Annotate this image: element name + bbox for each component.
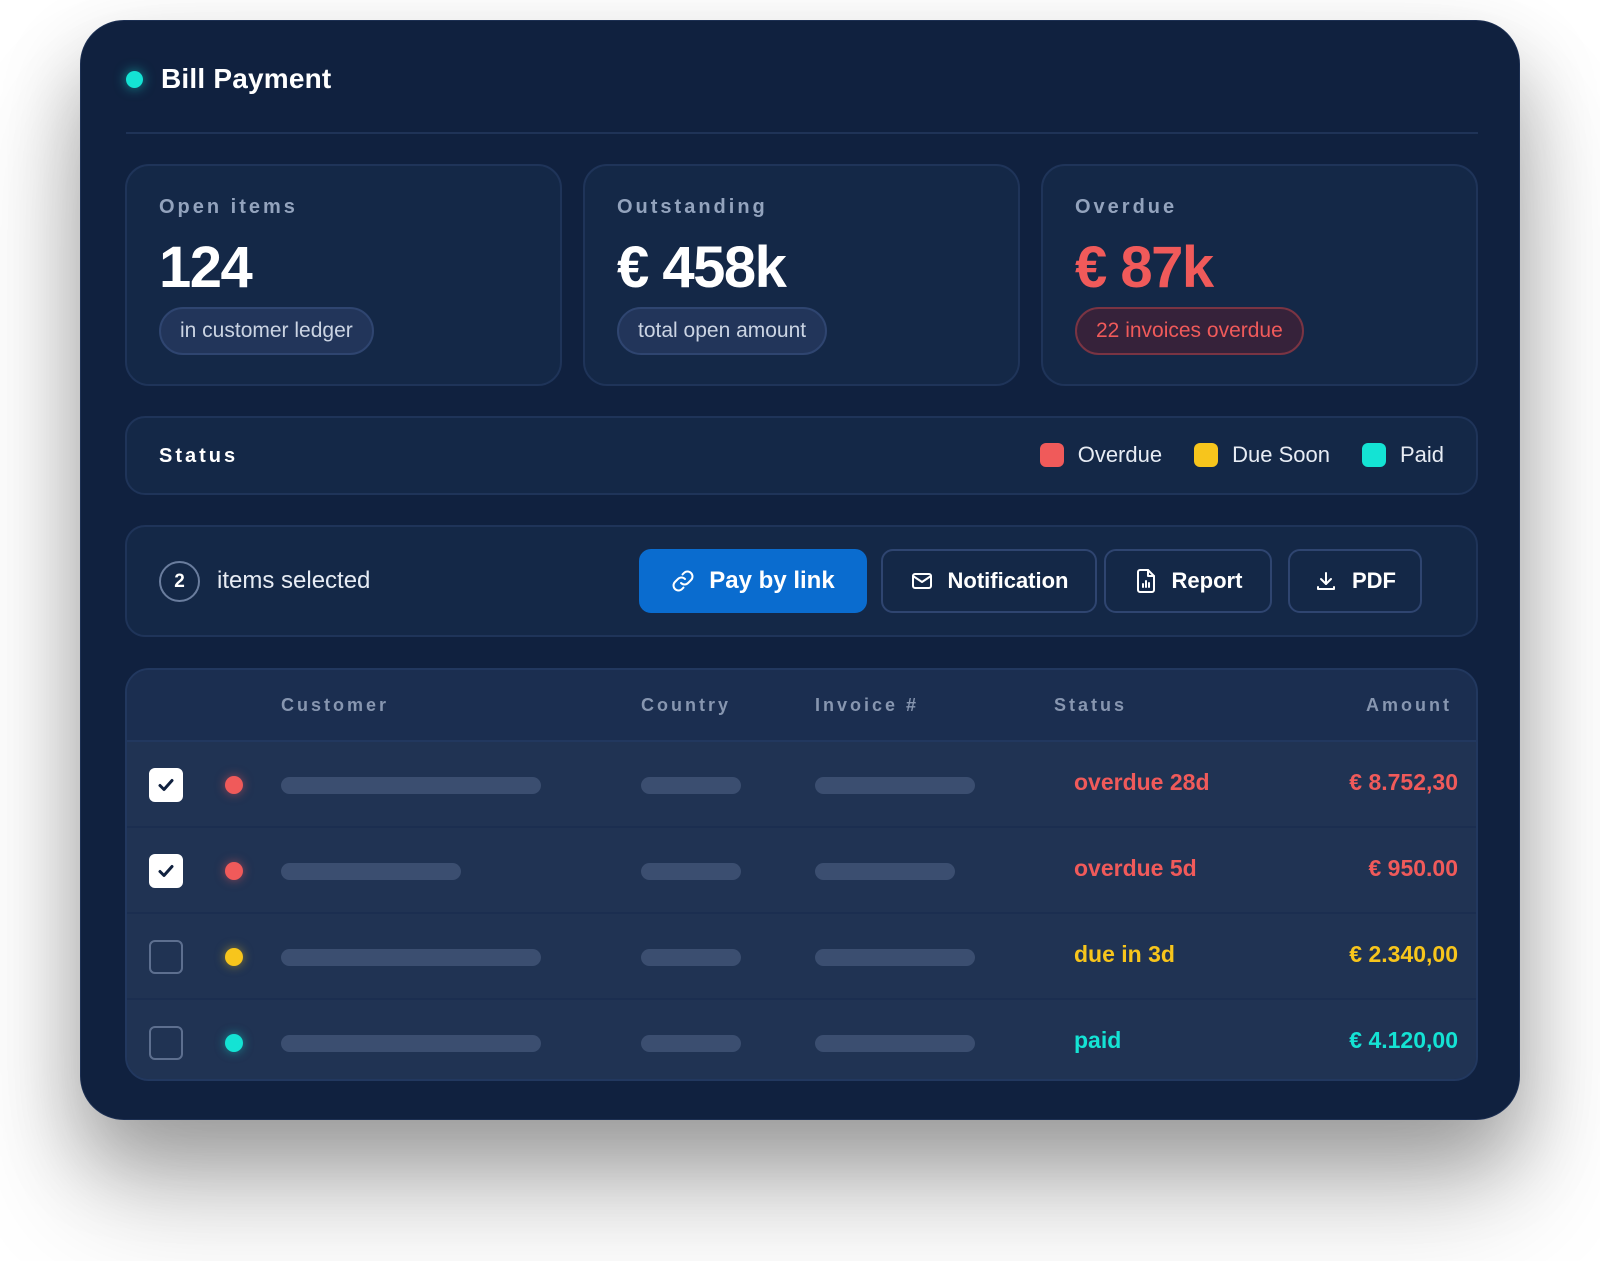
checkmark-icon xyxy=(158,865,174,877)
customer-name-placeholder xyxy=(281,777,541,794)
stat-card-outstanding: Outstanding € 458k total open amount xyxy=(583,164,1020,386)
table-row[interactable]: overdue 28d € 8.752,30 xyxy=(127,742,1476,828)
selected-count-label: items selected xyxy=(217,567,371,594)
report-document-icon xyxy=(1136,569,1155,593)
paid-status-dot-icon xyxy=(225,1034,243,1052)
row-checkbox[interactable] xyxy=(149,1026,183,1060)
row-amount: € 8.752,30 xyxy=(1349,769,1458,795)
header: Bill Payment xyxy=(126,61,331,97)
stat-pill: in customer ledger xyxy=(159,307,374,355)
due-soon-swatch-icon xyxy=(1194,443,1219,467)
row-status-text: due in 3d xyxy=(1074,941,1175,967)
table-row[interactable]: due in 3d € 2.340,00 xyxy=(127,914,1476,1000)
header-divider xyxy=(126,132,1478,134)
customer-name-placeholder xyxy=(281,949,541,966)
legend-label: Overdue xyxy=(1077,442,1163,467)
column-header-country[interactable]: Country xyxy=(641,695,731,716)
row-status-text: overdue 5d xyxy=(1074,855,1197,881)
bill-payment-card: Bill Payment Open items 124 in customer … xyxy=(80,20,1520,1120)
pay-by-link-label: Pay by link xyxy=(709,567,835,594)
due-soon-status-dot-icon xyxy=(225,948,243,966)
notification-button[interactable]: Notification xyxy=(881,549,1097,613)
country-placeholder xyxy=(641,777,741,794)
stat-label: Outstanding xyxy=(617,196,768,218)
legend-item-overdue: Overdue xyxy=(1039,442,1163,468)
live-status-dot-icon xyxy=(126,70,143,88)
status-legend: Overdue Due Soon Paid xyxy=(1008,442,1444,468)
table-row[interactable]: overdue 5d € 950.00 xyxy=(127,828,1476,914)
row-amount: € 950.00 xyxy=(1368,855,1458,881)
stat-value: 124 xyxy=(159,235,253,300)
country-placeholder xyxy=(641,949,741,966)
legend-label: Due Soon xyxy=(1232,442,1330,467)
row-checkbox[interactable] xyxy=(149,768,183,802)
customer-name-placeholder xyxy=(281,1035,541,1052)
row-amount: € 2.340,00 xyxy=(1349,941,1458,967)
legend-item-due-soon: Due Soon xyxy=(1194,442,1330,468)
column-header-amount[interactable]: Amount xyxy=(1366,695,1452,716)
overdue-status-dot-icon xyxy=(225,776,243,794)
overdue-swatch-icon xyxy=(1039,443,1064,467)
row-status-text: paid xyxy=(1074,1027,1122,1053)
download-icon xyxy=(1317,572,1335,590)
stat-card-open-items: Open items 124 in customer ledger xyxy=(125,164,562,386)
selected-count-badge: 2 xyxy=(159,561,200,602)
country-placeholder xyxy=(641,1035,741,1052)
customer-name-placeholder xyxy=(281,863,461,880)
pdf-download-button[interactable]: PDF xyxy=(1288,549,1422,613)
country-placeholder xyxy=(641,863,741,880)
row-status-text: overdue 28d xyxy=(1074,769,1210,795)
stat-label: Open items xyxy=(159,196,298,218)
paid-swatch-icon xyxy=(1361,443,1386,467)
stat-card-overdue: Overdue € 87k 22 invoices overdue xyxy=(1041,164,1478,386)
stat-pill: 22 invoices overdue xyxy=(1075,307,1304,355)
stat-value: € 458k xyxy=(617,235,787,300)
column-header-status[interactable]: Status xyxy=(1054,695,1127,716)
row-amount: € 4.120,00 xyxy=(1349,1027,1458,1053)
stat-label: Overdue xyxy=(1075,196,1178,218)
invoice-number-placeholder xyxy=(815,1035,975,1052)
invoice-number-placeholder xyxy=(815,949,975,966)
checkmark-icon xyxy=(158,779,174,791)
row-checkbox[interactable] xyxy=(149,854,183,888)
stat-pill: total open amount xyxy=(617,307,828,355)
legend-item-paid: Paid xyxy=(1361,442,1444,468)
table-row[interactable]: paid € 4.120,00 xyxy=(127,1000,1476,1079)
page-title: Bill Payment xyxy=(161,63,332,94)
bulk-action-bar: 2 items selected Pay by link Notificatio… xyxy=(125,525,1478,637)
row-checkbox[interactable] xyxy=(149,940,183,974)
report-button[interactable]: Report xyxy=(1104,549,1272,613)
status-legend-title: Status xyxy=(159,445,239,467)
mail-icon xyxy=(911,573,932,589)
pay-by-link-button[interactable]: Pay by link xyxy=(639,549,867,613)
pdf-label: PDF xyxy=(1352,568,1396,593)
table-header: Customer Country Invoice # Status Amount xyxy=(127,670,1476,742)
invoice-table: Customer Country Invoice # Status Amount… xyxy=(125,668,1478,1081)
overdue-status-dot-icon xyxy=(225,862,243,880)
notification-label: Notification xyxy=(947,568,1069,593)
invoice-number-placeholder xyxy=(815,863,955,880)
legend-label: Paid xyxy=(1399,442,1444,467)
column-header-customer[interactable]: Customer xyxy=(281,695,389,716)
stat-value: € 87k xyxy=(1075,235,1214,300)
link-icon xyxy=(672,570,694,592)
status-legend-bar: Status Overdue Due Soon Paid xyxy=(125,416,1478,495)
report-label: Report xyxy=(1171,568,1243,593)
column-header-invoice[interactable]: Invoice # xyxy=(815,695,919,716)
invoice-number-placeholder xyxy=(815,777,975,794)
